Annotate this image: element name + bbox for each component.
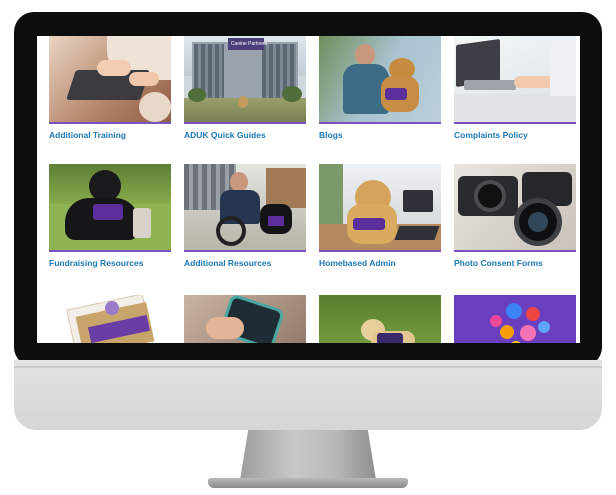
card-accent-bar: [184, 122, 306, 124]
card-label: Complaints Policy: [454, 130, 528, 140]
card-accent-bar: [454, 122, 576, 124]
card-label: Fundraising Resources: [49, 258, 144, 268]
card-image-dog-at-desk: [319, 164, 441, 250]
card-image-leaflets: [49, 295, 171, 343]
card-label: ADUK Quick Guides: [184, 130, 266, 140]
resource-card-complaints-policy[interactable]: Complaints Policy: [454, 36, 576, 140]
card-accent-bar: [49, 250, 171, 252]
monitor-stand-base: [208, 478, 408, 488]
card-image-office-laptop: [454, 36, 576, 122]
monitor-chin: [14, 360, 602, 430]
resource-card-additional-training[interactable]: Additional Training: [49, 36, 171, 140]
monitor-divider: [14, 366, 602, 368]
resource-card-social-media[interactable]: [454, 295, 576, 343]
screen: Additional Training Canine Partners ADUK…: [37, 36, 580, 343]
card-accent-bar: [184, 250, 306, 252]
building-sign-text: Canine Partners: [230, 41, 268, 47]
resource-card-additional-resources[interactable]: Additional Resources: [184, 164, 306, 268]
resource-card-leaflet[interactable]: [49, 295, 171, 343]
card-accent-bar: [319, 250, 441, 252]
card-image-yellow-puppy: [319, 295, 441, 343]
card-label: Blogs: [319, 130, 343, 140]
card-image-social-icons: [454, 295, 576, 343]
resource-card-puppy[interactable]: [319, 295, 441, 343]
card-accent-bar: [454, 250, 576, 252]
card-label: Additional Training: [49, 130, 126, 140]
card-label: Additional Resources: [184, 258, 272, 268]
card-image-man-with-dog: [319, 36, 441, 122]
card-image-laptop-typing: [49, 36, 171, 122]
card-image-wheelchair-user-with-dog: [184, 164, 306, 250]
monitor-stand: [240, 430, 376, 480]
card-accent-bar: [49, 122, 171, 124]
card-accent-bar: [319, 122, 441, 124]
resource-card-homebased-admin[interactable]: Homebased Admin: [319, 164, 441, 268]
resource-card-blogs[interactable]: Blogs: [319, 36, 441, 140]
card-image-phone-in-hand: [184, 295, 306, 343]
card-image-building: Canine Partners: [184, 36, 306, 122]
resource-card-aduk-quick-guides[interactable]: Canine Partners ADUK Quick Guides: [184, 36, 306, 140]
card-image-cameras: [454, 164, 576, 250]
resource-card-phone[interactable]: [184, 295, 306, 343]
card-label: Homebased Admin: [319, 258, 396, 268]
card-image-black-labrador: [49, 164, 171, 250]
resource-card-photo-consent-forms[interactable]: Photo Consent Forms: [454, 164, 576, 268]
card-label: Photo Consent Forms: [454, 258, 543, 268]
resource-card-fundraising-resources[interactable]: Fundraising Resources: [49, 164, 171, 268]
